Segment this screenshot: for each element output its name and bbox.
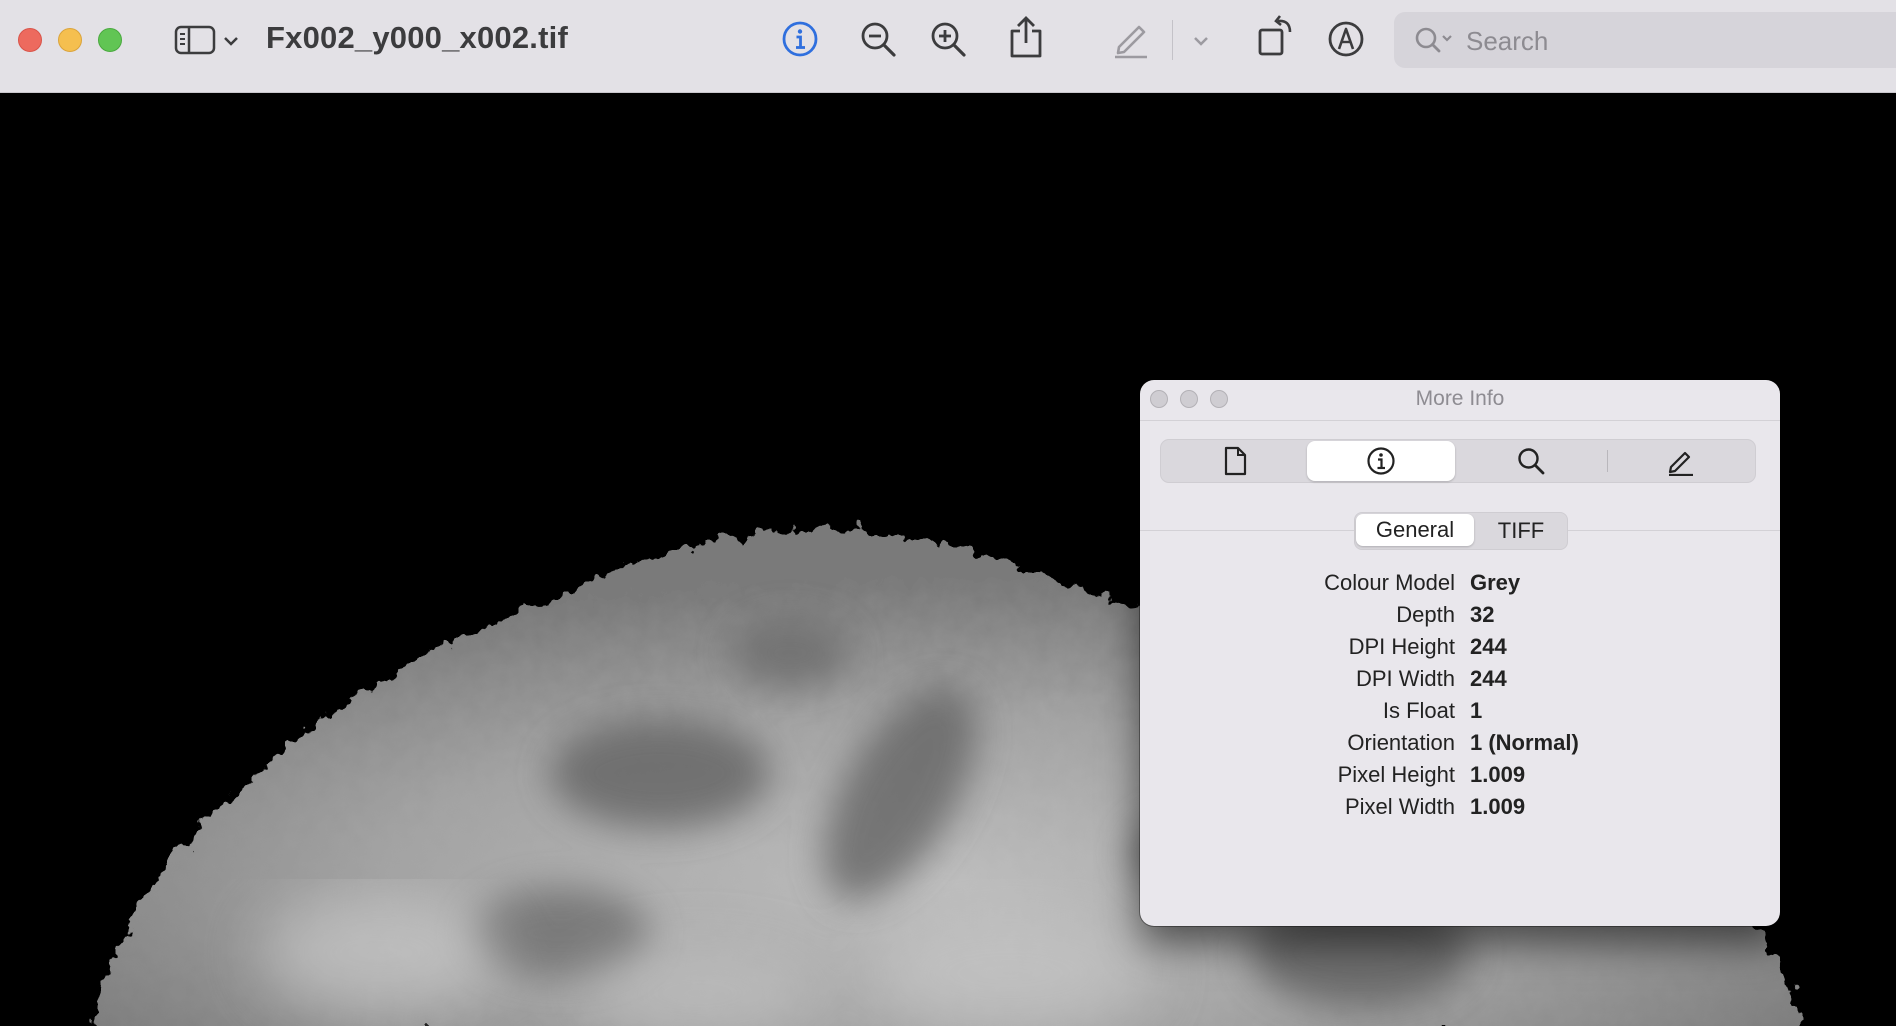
zoom-window-button[interactable] [98,28,122,52]
property-row: Depth 32 [1140,602,1780,634]
property-value: 32 [1470,602,1495,627]
property-value: 1.009 [1470,794,1526,819]
markup-button[interactable] [1326,18,1366,60]
property-row: DPI Width 244 [1140,666,1780,698]
property-label: Is Float [1382,698,1455,723]
highlight-menu-button[interactable] [1190,30,1212,52]
property-label: Pixel Width [1344,794,1455,819]
property-row: DPI Height 244 [1140,634,1780,666]
highlight-button[interactable] [1110,16,1152,60]
zoom-out-icon [861,22,896,57]
close-window-button[interactable] [18,28,42,52]
zoom-in-button[interactable] [928,18,968,60]
property-value: Grey [1470,570,1521,595]
zoom-in-icon [931,22,966,57]
property-label: Pixel Height [1337,762,1455,787]
document-icon [1224,446,1247,476]
panel-title: More Info [1415,387,1505,410]
property-row: Is Float 1 [1140,698,1780,730]
search-field[interactable] [1394,12,1896,68]
property-label: DPI Height [1348,634,1455,659]
property-value: 1 [1470,698,1483,723]
info-icon [1367,447,1395,475]
subtab-control: General TIFF [1354,512,1568,550]
document-title: Fx002_y000_x002.tif [266,20,568,55]
info-button[interactable] [780,18,820,60]
pencil-icon [1668,451,1693,476]
share-button[interactable] [1006,14,1046,60]
property-row: Pixel Height 1.009 [1140,762,1780,794]
rotate-button[interactable] [1256,14,1296,58]
info-icon [782,21,818,57]
property-value: 1.009 [1470,762,1526,787]
markup-icon [1328,21,1364,57]
chevron-down-icon [1194,37,1208,46]
sidebar-icon [174,25,216,55]
toolbar-divider [1172,20,1173,60]
sidebar-menu-button[interactable] [220,30,242,52]
toolbar: Fx002_y000_x002.tif [0,0,1896,93]
property-label: Depth [1396,602,1455,627]
pencil-icon [1115,25,1147,59]
search-input[interactable] [1464,20,1888,62]
sidebar-toggle-button[interactable] [172,22,218,58]
property-value: 1 (Normal) [1470,730,1579,755]
magnifier-icon [1518,448,1545,475]
property-row: Pixel Width 1.009 [1140,794,1780,826]
subtab-tiff[interactable]: TIFF [1477,513,1565,549]
property-label: Orientation [1347,730,1455,755]
property-row: Colour Model Grey [1140,570,1780,602]
properties-list: Colour Model Grey Depth 32 DPI Height 24… [1140,570,1780,826]
chevron-down-icon [224,37,238,46]
property-row: Orientation 1 (Normal) [1140,730,1780,762]
tab-document[interactable] [1161,440,1309,482]
property-label: DPI Width [1355,666,1455,691]
property-value: 244 [1470,634,1507,659]
inspector-tabs [1160,439,1756,483]
share-icon [1010,16,1042,58]
property-value: 244 [1470,666,1507,691]
panel-titlebar[interactable]: More Info [1140,380,1780,421]
zoom-out-button[interactable] [858,18,898,60]
minimize-window-button[interactable] [58,28,82,52]
property-label: Colour Model [1324,570,1455,595]
tab-search[interactable] [1457,440,1605,482]
rotate-icon [1258,15,1292,56]
tab-info[interactable] [1307,441,1455,481]
search-icon [1415,27,1452,53]
tab-annotations[interactable] [1607,440,1755,482]
more-info-panel: More Info General TIFF Colour Model Grey… [1140,380,1780,926]
subtab-general[interactable]: General [1356,514,1474,546]
